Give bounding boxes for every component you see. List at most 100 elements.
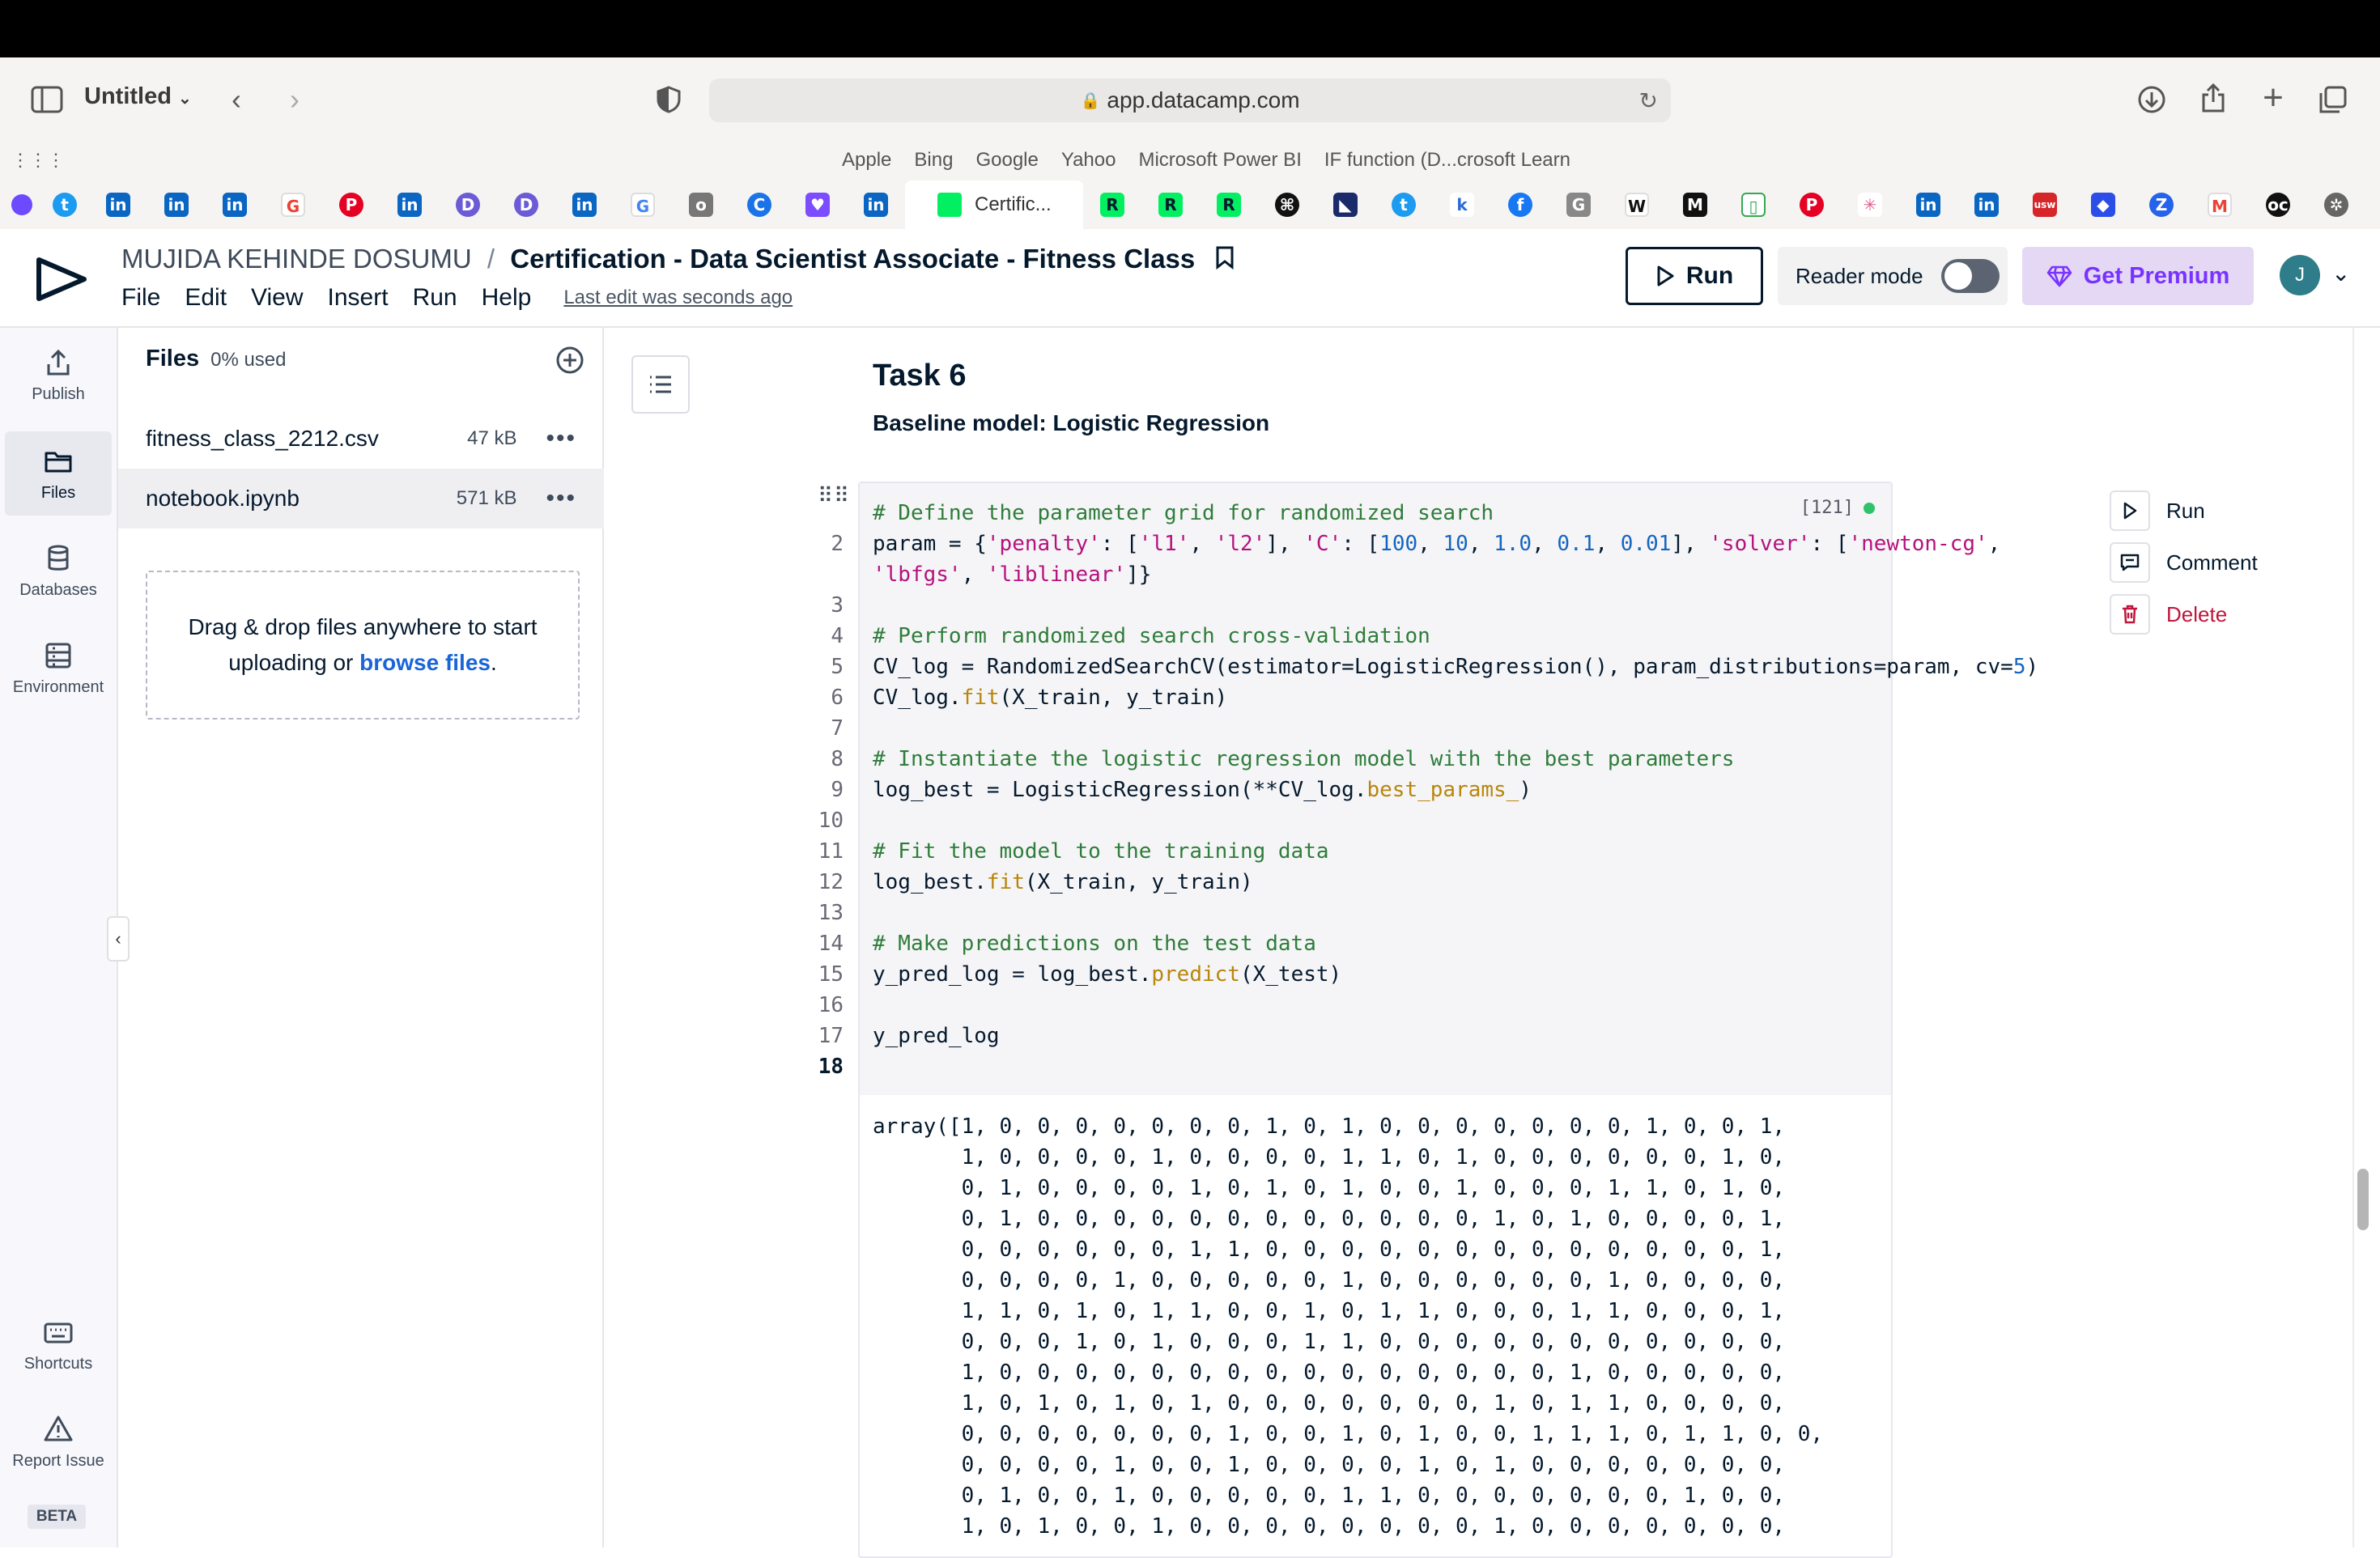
pinned-tab-app-icon[interactable]: D [439,180,497,229]
menu-run[interactable]: Run [413,284,457,312]
code-text[interactable]: # Define the parameter grid for randomiz… [873,498,2038,1051]
cell-comment-button[interactable]: Comment [2110,537,2288,588]
privacy-shield-icon[interactable] [652,83,685,116]
new-tab-icon[interactable]: + [2255,78,2291,117]
cell-run-button[interactable]: Run [2110,485,2288,537]
datacamp-logo-icon[interactable] [32,250,91,308]
pinned-tab-datacamp-icon[interactable]: R [1200,180,1258,229]
user-avatar[interactable]: J [2280,255,2320,295]
pinned-tab-twitter-icon[interactable]: t [1375,180,1433,229]
favorite-yahoo[interactable]: Yahoo [1061,149,1116,172]
pinned-tab-google-icon[interactable]: G [264,180,322,229]
workspace-owner[interactable]: MUJIDA KEHINDE DOSUMU [121,244,472,274]
line-number: 16 [818,993,844,1017]
pinned-tab-medium-icon[interactable]: M [1666,180,1724,229]
pinned-tab-app-icon[interactable]: Z [2132,180,2191,229]
favorite-power-bi[interactable]: Microsoft Power BI [1138,149,1301,172]
menu-insert[interactable]: Insert [328,284,389,312]
pinned-tab-linkedin-icon[interactable]: in [1899,180,1957,229]
pinned-tab-app-icon[interactable]: ◣ [1316,180,1375,229]
pinned-tab-gmail-icon[interactable]: M [2191,180,2249,229]
add-file-icon[interactable] [555,346,584,375]
pinned-tab-app-icon[interactable]: W [1608,180,1666,229]
last-edit-link[interactable]: Last edit was seconds ago [563,287,793,309]
upload-dropzone[interactable]: Drag & drop files anywhere to start uplo… [146,571,580,720]
pinned-tab-linkedin-icon[interactable]: in [555,180,614,229]
chevron-down-icon[interactable]: ⌄ [2331,260,2350,287]
cell-delete-button[interactable]: Delete [2110,588,2288,640]
line-number [795,559,844,590]
file-name: notebook.ipynb [146,486,300,511]
reader-mode-toggle[interactable] [1940,259,2000,293]
pinned-tab-app-icon[interactable]: ▯ [1724,180,1783,229]
favorite-google[interactable]: Google [975,149,1038,172]
pinned-tab-app-icon[interactable]: o [672,180,730,229]
browse-files-link[interactable]: browse files [359,650,491,675]
tab-overview-icon[interactable] [2315,82,2351,117]
menu-view[interactable]: View [251,284,303,312]
nav-report-issue[interactable]: Report Issue [5,1399,112,1484]
pinned-tab-facebook-icon[interactable]: f [1491,180,1549,229]
pinned-tab-pinterest-icon[interactable]: P [1783,180,1841,229]
pinned-tab-datacamp-icon[interactable]: R [1083,180,1141,229]
pinned-tab-datacamp-icon[interactable]: R [1141,180,1200,229]
table-of-contents-button[interactable] [631,355,690,414]
nav-shortcuts[interactable]: Shortcuts [5,1302,112,1386]
code-cell[interactable]: 2 3 4 5 6 7 8 9 10 11 12 13 14 15 16 17 18 # Define the… [818,482,2038,1558]
pinned-tab-github-icon[interactable]: ⌘ [1258,180,1316,229]
lock-icon: 🔒 [1080,91,1101,110]
more-options-icon[interactable]: ••• [546,485,576,512]
pinned-tab-app-icon[interactable]: ♥ [788,180,847,229]
back-icon[interactable]: ‹ [220,82,253,117]
scrollbar-thumb[interactable] [2357,1169,2369,1230]
pinned-tab-linkedin-icon[interactable]: in [89,180,147,229]
pinned-tab-app-icon[interactable]: ◆ [2074,180,2132,229]
pinned-tab-pinterest-icon[interactable]: P [322,180,380,229]
bookmark-icon[interactable] [1215,245,1235,276]
pinned-tab-linkedin-icon[interactable]: in [206,180,264,229]
notebook-title[interactable]: Certification - Data Scientist Associate… [510,244,1195,274]
pinned-tab-app-icon[interactable]: D [497,180,555,229]
favorite-if-function[interactable]: IF function (D...crosoft Learn [1324,149,1570,172]
favorite-bing[interactable]: Bing [914,149,953,172]
pinned-tab-linkedin-icon[interactable]: in [847,180,905,229]
nav-files[interactable]: Files [5,431,112,516]
forward-icon[interactable]: › [278,82,311,117]
menu-file[interactable]: File [121,284,160,312]
pinned-tab-app-icon[interactable]: G [1549,180,1608,229]
menu-help[interactable]: Help [482,284,532,312]
get-premium-button[interactable]: Get Premium [2022,247,2254,305]
share-icon[interactable] [2195,80,2231,116]
pinned-tab-proton-icon[interactable] [3,180,40,229]
address-bar[interactable]: 🔒 app.datacamp.com ↻ [709,79,1671,122]
pinned-tab-app-icon[interactable]: k [1433,180,1491,229]
tab-group-title[interactable]: Untitled ⌄ [84,83,192,110]
menu-bar: File Edit View Insert Run Help Last edit… [121,284,793,312]
more-options-icon[interactable]: ••• [546,425,576,452]
beta-badge: BETA [28,1505,86,1529]
pinned-tab-linkedin-icon[interactable]: in [147,180,206,229]
sidebar-icon[interactable] [29,83,65,116]
file-row[interactable]: notebook.ipynb 571 kB ••• [118,469,604,529]
pinned-tab-app-icon[interactable]: ✲ [2307,180,2365,229]
nav-publish[interactable]: Publish [5,333,112,417]
download-icon[interactable] [2134,82,2170,117]
pinned-tab-app-icon[interactable]: oc [2249,180,2307,229]
pinned-tab-app-icon[interactable]: ✳ [1841,180,1899,229]
active-tab[interactable]: Certific... [905,180,1083,229]
reload-icon[interactable]: ↻ [1639,87,1658,114]
menu-edit[interactable]: Edit [185,284,227,312]
file-row[interactable]: fitness_class_2212.csv 47 kB ••• [118,409,604,469]
code-editor[interactable]: 2 3 4 5 6 7 8 9 10 11 12 13 14 15 16 17 18 # Define the… [818,483,2038,1095]
favorite-apple[interactable]: Apple [842,149,891,172]
run-button[interactable]: Run [1626,247,1763,305]
collapse-sidebar-icon[interactable]: ‹ [107,916,130,962]
nav-environment[interactable]: Environment [5,626,112,710]
pinned-tab-app-icon[interactable]: usw [2016,180,2074,229]
pinned-tab-app-icon[interactable]: C [730,180,788,229]
nav-databases[interactable]: Databases [5,529,112,613]
pinned-tab-twitter-icon[interactable]: t [40,180,89,229]
pinned-tab-google-icon[interactable]: G [614,180,672,229]
pinned-tab-linkedin-icon[interactable]: in [1957,180,2016,229]
pinned-tab-linkedin-icon[interactable]: in [380,180,439,229]
